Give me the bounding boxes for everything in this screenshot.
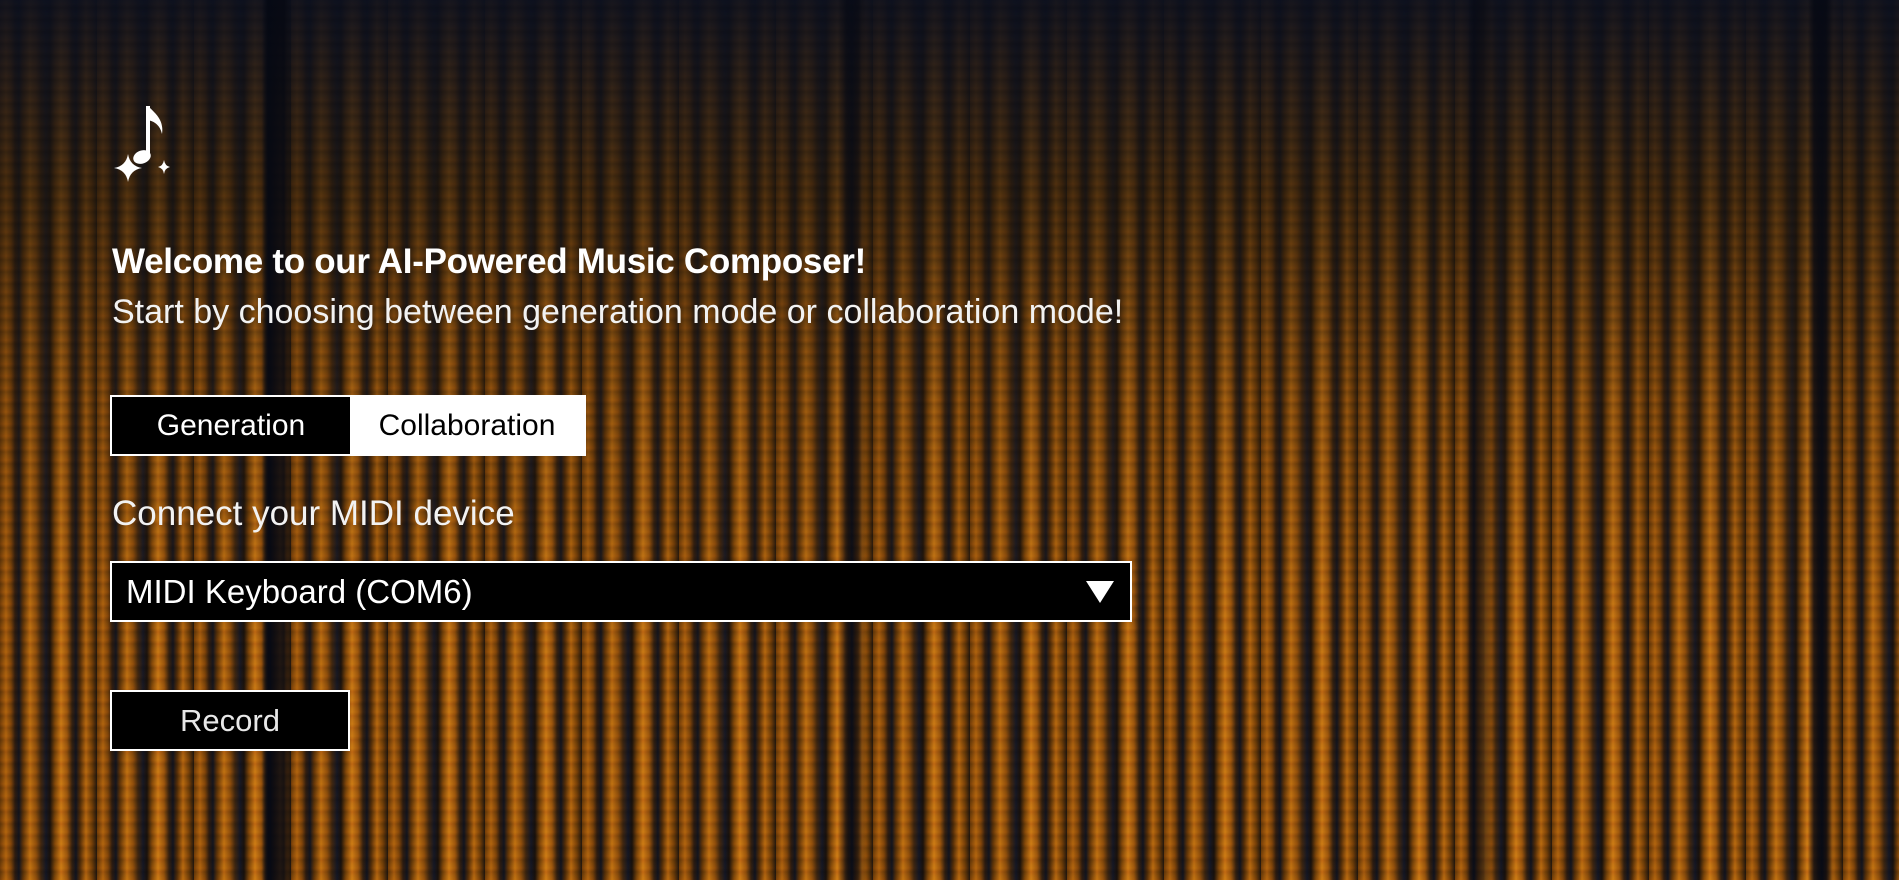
page-subtitle: Start by choosing between generation mod… [112,293,1124,331]
midi-device-label: Connect your MIDI device [112,494,515,533]
triangle-down-icon [1070,580,1130,604]
collaboration-mode-button[interactable]: Collaboration [350,397,584,454]
midi-device-dropdown[interactable]: MIDI Keyboard (COM6) [110,561,1132,622]
music-note-sparkle-icon [112,100,176,184]
main-content: Welcome to our AI-Powered Music Composer… [0,0,1899,880]
midi-device-selected-value: MIDI Keyboard (COM6) [126,572,473,610]
generation-mode-button[interactable]: Generation [112,397,350,454]
mode-toggle: Generation Collaboration [110,395,586,456]
page-title: Welcome to our AI-Powered Music Composer… [112,242,866,281]
record-button[interactable]: Record [110,690,350,751]
